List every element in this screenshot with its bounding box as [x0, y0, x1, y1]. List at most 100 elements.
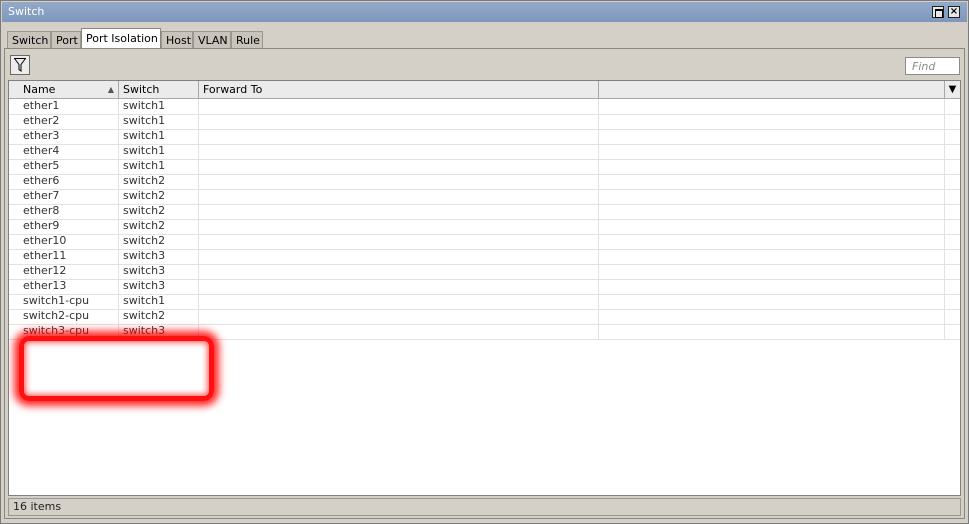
table-cell [599, 234, 945, 249]
table-cell: ether5 [19, 159, 119, 174]
table-cell: ether8 [19, 204, 119, 219]
column-header-switch[interactable]: Switch [119, 81, 199, 98]
table-header: Name ▲ Switch Forward To ▼ [9, 81, 960, 99]
close-icon[interactable]: × [948, 6, 960, 18]
table-cell: switch3 [119, 324, 199, 339]
table-cell [199, 324, 599, 339]
table-cell: ether1 [19, 99, 119, 114]
table-row[interactable]: switch3-cpu switch3 [9, 324, 960, 340]
table-row[interactable]: switch2-cpu switch2 [9, 309, 960, 325]
table-cell [599, 219, 945, 234]
table-cell [599, 159, 945, 174]
table-cell: ether3 [19, 129, 119, 144]
items-count: 16 items [13, 500, 62, 513]
table-cell [199, 174, 599, 189]
table-cell: switch1 [119, 294, 199, 309]
column-header-forward-to[interactable]: Forward To [199, 81, 599, 98]
table-row[interactable]: switch1-cpu switch1 [9, 294, 960, 310]
table-cell [199, 219, 599, 234]
tab-switch[interactable]: Switch [7, 31, 51, 48]
table-row[interactable]: ether10 switch2 [9, 234, 960, 250]
table-cell: ether13 [19, 279, 119, 294]
table-row[interactable]: ether11 switch3 [9, 249, 960, 265]
table-row[interactable]: ether8 switch2 [9, 204, 960, 220]
table-row[interactable]: ether13 switch3 [9, 279, 960, 295]
table-cell [199, 294, 599, 309]
table-cell [199, 144, 599, 159]
tab-host[interactable]: Host [161, 31, 193, 48]
table-cell: switch2 [119, 174, 199, 189]
tab-rule[interactable]: Rule [231, 31, 263, 48]
table-cell [199, 204, 599, 219]
maximize-icon[interactable] [932, 6, 944, 18]
filter-button[interactable] [10, 55, 30, 75]
table-cell: switch2 [119, 204, 199, 219]
table-cell [599, 264, 945, 279]
table-row[interactable]: ether4 switch1 [9, 144, 960, 160]
status-bar: 16 items [8, 498, 961, 516]
table-row[interactable]: ether1 switch1 [9, 99, 960, 115]
table-cell: switch1 [119, 99, 199, 114]
table-row[interactable]: ether9 switch2 [9, 219, 960, 235]
table-cell: ether10 [19, 234, 119, 249]
table-row[interactable]: ether12 switch3 [9, 264, 960, 280]
table-cell: switch2 [119, 189, 199, 204]
table-cell [199, 114, 599, 129]
red-highlight-annotation [19, 336, 214, 401]
table-cell: switch3 [119, 279, 199, 294]
table-cell: switch3 [119, 264, 199, 279]
table-cell: switch1 [119, 144, 199, 159]
table-cell: switch2 [119, 309, 199, 324]
table-cell: switch2-cpu [19, 309, 119, 324]
table-cell [599, 114, 945, 129]
sort-ascending-icon: ▲ [107, 85, 114, 94]
table-cell [599, 279, 945, 294]
table-cell [599, 324, 945, 339]
table-cell: switch1 [119, 159, 199, 174]
table-cell: ether12 [19, 264, 119, 279]
table-cell [199, 309, 599, 324]
tab-vlan[interactable]: VLAN [193, 31, 231, 48]
table-cell [599, 249, 945, 264]
table-row[interactable]: ether3 switch1 [9, 129, 960, 145]
window-title: Switch [8, 5, 45, 18]
table-row[interactable]: ether6 switch2 [9, 174, 960, 190]
table-cell: switch3 [119, 249, 199, 264]
find-input[interactable] [905, 57, 960, 75]
table-cell: switch1-cpu [19, 294, 119, 309]
table-cell: ether2 [19, 114, 119, 129]
table-row[interactable]: ether7 switch2 [9, 189, 960, 205]
table-cell: ether6 [19, 174, 119, 189]
table-cell: ether4 [19, 144, 119, 159]
table-cell [599, 309, 945, 324]
table-cell [199, 159, 599, 174]
table-cell [199, 129, 599, 144]
table-cell: switch3-cpu [19, 324, 119, 339]
table-cell [599, 204, 945, 219]
column-header-blank[interactable] [599, 81, 945, 98]
table-cell [199, 279, 599, 294]
table-cell [599, 189, 945, 204]
port-isolation-panel: Name ▲ Switch Forward To ▼ ether1switch1… [4, 48, 965, 519]
table-cell [599, 144, 945, 159]
table-cell: switch1 [119, 114, 199, 129]
table-cell [199, 234, 599, 249]
tab-port[interactable]: Port [51, 31, 81, 48]
table-cell: ether9 [19, 219, 119, 234]
table-cell [599, 99, 945, 114]
table-cell [199, 264, 599, 279]
table-row[interactable]: ether2 switch1 [9, 114, 960, 130]
switch-window: Switch × Switch Port Port Isolation Host… [0, 0, 969, 524]
funnel-icon [14, 58, 26, 72]
table-cell [599, 174, 945, 189]
column-menu-icon[interactable]: ▼ [945, 81, 960, 98]
title-bar[interactable]: Switch × [2, 2, 967, 22]
column-header-name[interactable]: Name ▲ [19, 81, 119, 98]
table-cell: switch1 [119, 129, 199, 144]
tab-port-isolation[interactable]: Port Isolation [81, 28, 161, 49]
port-isolation-table: Name ▲ Switch Forward To ▼ ether1 switch1… [8, 80, 961, 496]
table-cell [199, 249, 599, 264]
table-cell: ether7 [19, 189, 119, 204]
table-row[interactable]: ether5 switch1 [9, 159, 960, 175]
table-cell [599, 294, 945, 309]
